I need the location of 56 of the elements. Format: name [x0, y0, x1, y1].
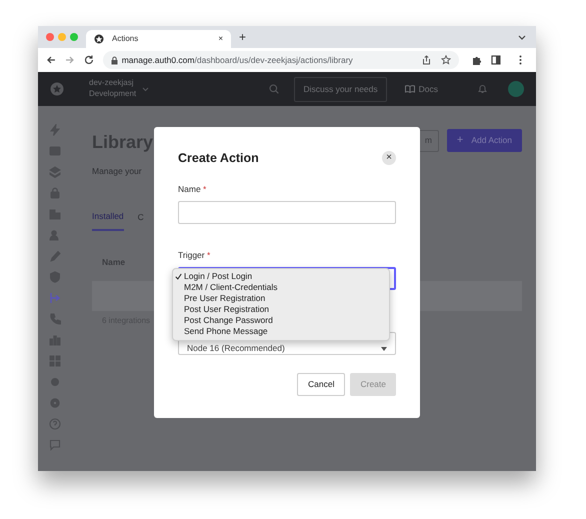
address-field[interactable]: manage.auth0.com/dashboard/us/dev-zeekjasj/actions/library [102, 51, 460, 69]
dropdown-option[interactable]: Pre User Registration [173, 293, 389, 304]
field-label: Name * [178, 182, 208, 195]
page-subtitle: Manage your [92, 165, 143, 178]
extensions-icon[interactable] [472, 55, 482, 65]
dropdown-option[interactable]: Login / Post Login [173, 271, 389, 282]
forward-icon[interactable] [64, 55, 75, 65]
close-icon[interactable]: × [218, 33, 223, 45]
bell-icon[interactable] [478, 84, 487, 94]
user-icon[interactable] [49, 228, 61, 240]
book-icon [404, 85, 415, 93]
environment-label: Development [89, 89, 136, 100]
tab-logo-icon [94, 34, 104, 44]
browser-tab[interactable]: Actions × [86, 30, 231, 48]
field-label: Trigger * [178, 248, 212, 261]
window-control-dot[interactable] [70, 33, 78, 41]
lock-icon[interactable] [49, 186, 61, 198]
avatar[interactable] [508, 81, 524, 97]
building-icon[interactable] [49, 208, 61, 220]
grid-icon[interactable] [49, 354, 61, 366]
shield-icon[interactable] [49, 270, 61, 282]
reload-icon[interactable] [84, 55, 94, 65]
url-text: manage.auth0.com/dashboard/us/dev-zeekjasj/actions/library [122, 54, 354, 66]
phone-icon[interactable] [49, 312, 61, 324]
back-icon[interactable] [46, 55, 56, 65]
input-field[interactable] [178, 200, 396, 224]
window-control-dot[interactable] [46, 33, 54, 41]
dropdown-option[interactable]: Post User Registration [173, 304, 389, 315]
lock-icon [110, 56, 118, 64]
cancel-button[interactable]: Cancel [297, 372, 346, 396]
side-panel-icon[interactable] [491, 55, 502, 65]
more-options-icon[interactable] [519, 55, 522, 65]
panel-icon[interactable] [49, 144, 61, 156]
bar-chart-icon[interactable] [49, 334, 61, 346]
dropdown-option[interactable]: M2M / Client-Credentials [173, 282, 389, 293]
layers-icon[interactable] [49, 166, 61, 178]
caret-icon[interactable] [142, 86, 150, 92]
chevron-down-icon[interactable] [518, 35, 526, 40]
circle-icon[interactable] [49, 376, 61, 388]
lightning-icon[interactable] [49, 124, 61, 136]
pen-icon[interactable] [49, 250, 61, 262]
flow-icon[interactable] [49, 292, 61, 304]
window-control-dot[interactable] [58, 33, 66, 41]
star-icon[interactable] [441, 55, 452, 65]
close-button[interactable]: × [382, 151, 396, 166]
caret-icon [381, 346, 387, 351]
new-tab-button[interactable]: + [239, 26, 246, 48]
tab-title: Actions [112, 33, 140, 45]
share-icon[interactable] [422, 55, 432, 65]
search-icon[interactable] [269, 84, 280, 94]
chat-icon[interactable] [49, 438, 61, 450]
logo-icon[interactable] [50, 82, 64, 96]
settings-icon[interactable] [49, 396, 61, 408]
help-icon[interactable] [49, 418, 61, 430]
dropdown-option[interactable]: Post Change Password [173, 315, 389, 326]
dialog-title: Create Action [178, 150, 259, 167]
